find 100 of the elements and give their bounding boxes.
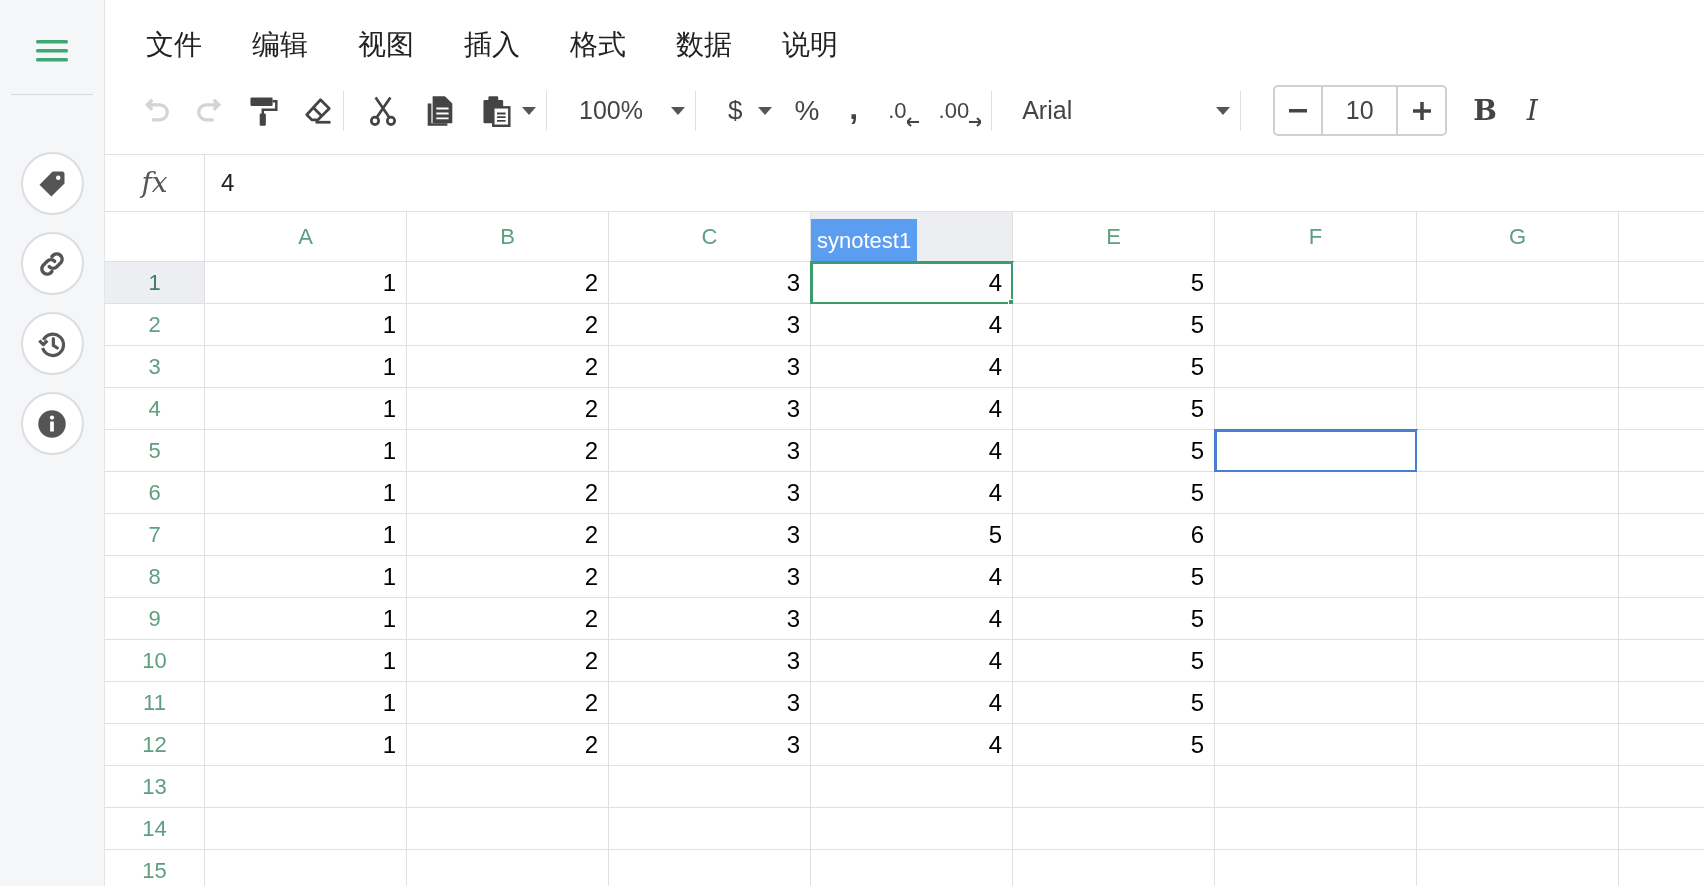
- copy-icon[interactable]: [426, 94, 454, 127]
- table-cell: 1: [205, 556, 407, 598]
- comma-button[interactable]: ,: [849, 91, 859, 130]
- column-header[interactable]: B: [407, 212, 609, 262]
- italic-button[interactable]: I: [1526, 89, 1538, 132]
- table-cell: 1: [205, 472, 407, 514]
- table-cell: 4: [811, 724, 1013, 766]
- table-cell: 5: [1013, 262, 1215, 304]
- table-cell: 2: [407, 304, 609, 346]
- bold-button[interactable]: B: [1473, 89, 1497, 132]
- decrease-decimals-button[interactable]: .0: [888, 94, 919, 127]
- menu-item[interactable]: 说明: [782, 24, 838, 66]
- table-cell: 2: [407, 598, 609, 640]
- corner-cell[interactable]: [105, 212, 205, 262]
- table-cell: 4: [811, 430, 1013, 472]
- table-cell: 2: [407, 346, 609, 388]
- currency-button[interactable]: $: [727, 91, 743, 130]
- column-header[interactable]: C: [609, 212, 811, 262]
- table-cell: 2: [407, 514, 609, 556]
- column-header[interactable]: A: [205, 212, 407, 262]
- table-cell: 5: [1013, 682, 1215, 724]
- row-header[interactable]: 1: [105, 262, 205, 304]
- menu-item[interactable]: 文件: [146, 24, 202, 66]
- font-dropdown[interactable]: Arial: [1022, 91, 1231, 130]
- table-cell: 3: [609, 472, 811, 514]
- table-cell: 1: [205, 514, 407, 556]
- table-cell: 1: [205, 598, 407, 640]
- table-cell: 5: [1013, 724, 1215, 766]
- row-header[interactable]: 6: [105, 472, 205, 514]
- table-cell: 5: [1013, 346, 1215, 388]
- table-cell: 1: [205, 304, 407, 346]
- table-cell: 5: [1013, 388, 1215, 430]
- table-cell: 5: [1013, 556, 1215, 598]
- menu-item[interactable]: 编辑: [252, 24, 308, 66]
- scissors-icon[interactable]: [368, 94, 398, 127]
- table-cell: 5: [1013, 472, 1215, 514]
- table-cell: 1: [205, 388, 407, 430]
- row-header[interactable]: 3: [105, 346, 205, 388]
- left-arrow-icon: [906, 117, 919, 127]
- row-header[interactable]: 4: [105, 388, 205, 430]
- table-cell: 6: [1013, 514, 1215, 556]
- caret-icon[interactable]: [670, 106, 685, 115]
- zoom-dropdown[interactable]: 100%: [579, 91, 643, 130]
- table-cell: 3: [609, 514, 811, 556]
- row-header[interactable]: 2: [105, 304, 205, 346]
- menu-item[interactable]: 视图: [358, 24, 414, 66]
- table-cell: 4: [811, 262, 1013, 304]
- column-header[interactable]: G: [1417, 212, 1619, 262]
- percent-button[interactable]: %: [794, 89, 820, 132]
- table-cell: 3: [609, 304, 811, 346]
- table-cell: 5: [1013, 640, 1215, 682]
- caret-icon[interactable]: [758, 106, 773, 115]
- menu-item[interactable]: 插入: [464, 24, 520, 66]
- column-header[interactable]: E: [1013, 212, 1215, 262]
- clipboard-icon[interactable]: [482, 94, 512, 127]
- paint-roller-icon[interactable]: [249, 94, 279, 127]
- table-cell: 5: [1013, 598, 1215, 640]
- table-cell: 3: [609, 682, 811, 724]
- caret-icon[interactable]: [522, 106, 536, 115]
- table-cell: 1: [205, 682, 407, 724]
- row-header[interactable]: 9: [105, 598, 205, 640]
- eraser-icon[interactable]: [303, 95, 333, 126]
- table-cell: 3: [609, 430, 811, 472]
- caret-icon: [1216, 106, 1231, 115]
- row-header[interactable]: 11: [105, 682, 205, 724]
- column-header[interactable]: F: [1215, 212, 1417, 262]
- row-header[interactable]: 5: [105, 430, 205, 472]
- right-arrow-icon: [969, 117, 982, 127]
- row-header[interactable]: 13: [105, 766, 205, 808]
- row-header[interactable]: 10: [105, 640, 205, 682]
- row-header[interactable]: 12: [105, 724, 205, 766]
- row-header[interactable]: 7: [105, 514, 205, 556]
- table-cell: 2: [407, 556, 609, 598]
- table-cell: 3: [609, 724, 811, 766]
- collaborator-tag: synotest1: [811, 219, 918, 261]
- table-cell: 3: [609, 388, 811, 430]
- row-header[interactable]: 8: [105, 556, 205, 598]
- table-cell: 2: [407, 724, 609, 766]
- table-cell: 3: [609, 640, 811, 682]
- table-cell: 1: [205, 346, 407, 388]
- table-cell: 5: [811, 514, 1013, 556]
- table-cell: 1: [205, 262, 407, 304]
- table-cell: 1: [205, 724, 407, 766]
- table-cell: 4: [811, 598, 1013, 640]
- row-header[interactable]: 14: [105, 808, 205, 850]
- column-header[interactable]: synotest1: [811, 212, 1013, 262]
- table-cell: 2: [407, 682, 609, 724]
- menu-item[interactable]: 格式: [570, 24, 626, 66]
- table-cell: 4: [811, 556, 1013, 598]
- table-cell: 4: [811, 346, 1013, 388]
- table-cell: 4: [811, 388, 1013, 430]
- table-cell: 1: [205, 430, 407, 472]
- increase-decimals-button[interactable]: .00: [938, 94, 982, 127]
- table-cell: 2: [407, 388, 609, 430]
- table-cell: 1: [205, 640, 407, 682]
- table-cell: 3: [609, 598, 811, 640]
- menu-item[interactable]: 数据: [676, 24, 732, 66]
- table-cell: 3: [609, 262, 811, 304]
- table-cell: 2: [407, 472, 609, 514]
- formula-input[interactable]: 4: [205, 155, 1704, 211]
